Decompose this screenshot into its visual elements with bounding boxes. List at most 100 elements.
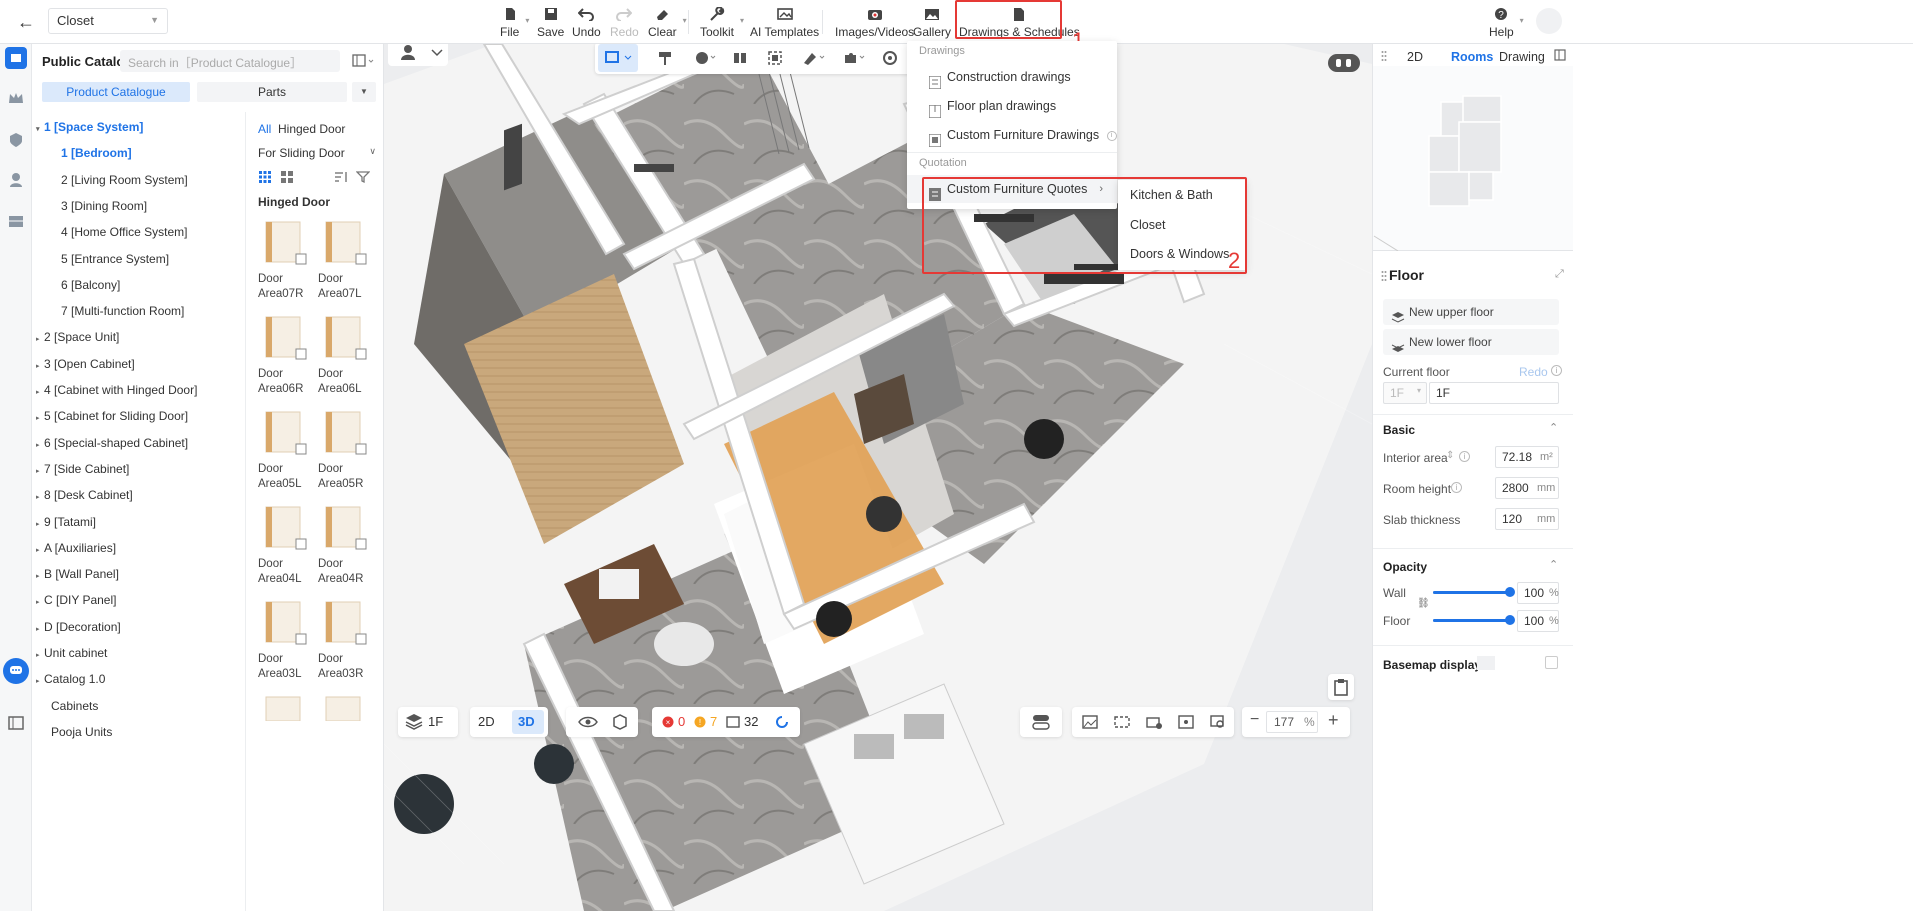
plugin-icon[interactable] [842, 50, 865, 66]
tree-item[interactable]: ▸ A [Auxiliaries] [36, 541, 116, 561]
menu-item-custom-furniture-drawings[interactable]: Custom Furniture Drawings i [907, 121, 1117, 149]
file-button[interactable]: File ▾ [500, 4, 529, 40]
tree-item[interactable]: Pooja Units [51, 725, 112, 745]
catalog-search-input[interactable]: Search in［Product Catalogue］ [120, 50, 340, 72]
paint-roller-icon[interactable] [657, 50, 673, 66]
tree-item[interactable]: 3 [Dining Room] [61, 199, 147, 219]
camera-settings-icon[interactable] [1146, 715, 1162, 729]
refresh-icon[interactable] [772, 715, 792, 729]
tree-item[interactable]: ▸ 4 [Cabinet with Hinged Door] [36, 383, 197, 403]
target-icon[interactable] [882, 50, 898, 66]
tab-product-catalogue[interactable]: Product Catalogue [42, 82, 190, 102]
tree-item[interactable]: ▸ D [Decoration] [36, 620, 121, 640]
ai-templates-button[interactable]: AI Templates [750, 4, 819, 40]
new-lower-floor-button[interactable]: New lower floor [1383, 329, 1559, 355]
zoom-search-icon[interactable] [1210, 715, 1226, 729]
filter-all[interactable]: All [258, 122, 271, 136]
tree-item[interactable]: ▸ 9 [Tatami] [36, 515, 96, 535]
caret-down-icon[interactable]: ▾ [36, 125, 44, 133]
redo-button[interactable]: Redo [610, 4, 639, 40]
tree-item[interactable]: ▸ 8 [Desk Cabinet] [36, 488, 133, 508]
caret-right-icon[interactable]: ▸ [36, 677, 44, 685]
avatar[interactable] [1536, 8, 1562, 34]
vr-goggles-icon[interactable] [1328, 54, 1360, 72]
tree-item[interactable]: 6 [Balcony] [61, 278, 120, 298]
back-arrow-icon[interactable]: ← [14, 10, 38, 34]
filter-hinged-door[interactable]: Hinged Door [278, 122, 345, 136]
tree-item[interactable]: Cabinets [51, 699, 98, 719]
catalog-icon[interactable] [5, 47, 27, 69]
floor-switcher[interactable]: 1F [398, 707, 458, 737]
cabinet-icon[interactable] [5, 210, 27, 232]
mirror-icon[interactable] [732, 50, 748, 66]
crown-icon[interactable] [5, 87, 27, 109]
popout-icon[interactable] [1554, 49, 1566, 64]
tree-item[interactable]: 5 [Entrance System] [61, 252, 169, 272]
user-icon[interactable] [5, 169, 27, 191]
cube-icon[interactable] [612, 714, 628, 730]
new-upper-floor-button[interactable]: New upper floor [1383, 299, 1559, 325]
product-card[interactable]: Door Area07R [258, 216, 314, 302]
product-card[interactable]: Door Area03L [258, 596, 314, 682]
caret-right-icon[interactable]: ▸ [36, 651, 44, 659]
chat-icon[interactable] [3, 658, 29, 684]
caret-right-icon[interactable]: ▸ [36, 441, 44, 449]
collapse-icon[interactable]: ⌃ [1549, 421, 1558, 434]
tree-item[interactable]: ▸ Catalog 1.0 [36, 672, 105, 692]
viewer-control[interactable] [388, 44, 448, 66]
caret-right-icon[interactable]: ▸ [36, 388, 44, 396]
clear-button[interactable]: Clear ▾ [648, 4, 687, 40]
tree-item[interactable]: 1 [Bedroom] [61, 146, 132, 166]
fit-view-icon[interactable] [1178, 715, 1194, 729]
product-card[interactable] [318, 691, 374, 743]
filter-icon[interactable] [355, 170, 371, 184]
eye-icon[interactable] [578, 715, 598, 729]
wall-slider-knob[interactable] [1505, 587, 1515, 597]
measure-icon[interactable] [802, 50, 825, 66]
basemap-swatch[interactable] [1477, 656, 1495, 670]
product-card[interactable]: Door Area06L [318, 311, 374, 397]
caret-right-icon[interactable]: ▸ [36, 362, 44, 370]
floor-code-select[interactable]: 1F ▾ [1383, 382, 1427, 404]
caret-right-icon[interactable]: ▸ [36, 625, 44, 633]
caret-right-icon[interactable]: ▸ [36, 572, 44, 580]
save-button[interactable]: Save [537, 4, 564, 40]
3d-viewport[interactable]: 1F 2D 3D × 0 ! 7 32 − 177 % + [384, 44, 1372, 911]
product-card[interactable] [258, 691, 314, 743]
drag-handle-icon[interactable] [1381, 50, 1387, 62]
product-card[interactable]: Door Area06R [258, 311, 314, 397]
menu-item-floor-plan-drawings[interactable]: Floor plan drawings [907, 92, 1117, 120]
status-group[interactable]: × 0 ! 7 32 [652, 707, 800, 737]
caret-right-icon[interactable]: ▸ [36, 598, 44, 606]
undo-button[interactable]: Undo [572, 4, 601, 40]
zoom-in-button[interactable]: + [1328, 710, 1339, 731]
tree-item[interactable]: 2 [Living Room System] [61, 173, 188, 193]
tree-item[interactable]: 7 [Multi-function Room] [61, 304, 184, 324]
project-select[interactable]: Closet ▼ [48, 8, 168, 34]
tree-item[interactable]: ▸ C [DIY Panel] [36, 593, 116, 613]
focus-icon[interactable] [767, 50, 783, 66]
caret-right-icon[interactable]: ▸ [36, 546, 44, 554]
help-button[interactable]: ? Help ▾ [1489, 4, 1524, 40]
shield-icon[interactable] [5, 129, 27, 151]
tab-rooms[interactable]: Rooms [1451, 50, 1493, 64]
gallery-button[interactable]: Gallery [913, 4, 951, 40]
list-panel-icon[interactable] [5, 712, 27, 734]
view-2d-button[interactable]: 2D [478, 714, 495, 729]
tree-item[interactable]: 4 [Home Office System] [61, 225, 188, 245]
redo-link[interactable]: Redo [1519, 365, 1548, 379]
zoom-out-button[interactable]: − [1250, 711, 1259, 729]
tab-drawing[interactable]: Drawing [1499, 50, 1545, 64]
screenshot-icon[interactable] [1114, 715, 1130, 729]
tab-2d[interactable]: 2D [1407, 50, 1423, 64]
minimap[interactable] [1373, 66, 1573, 252]
basemap-checkbox[interactable] [1545, 656, 1558, 669]
chevron-down-icon[interactable]: ∨ [369, 146, 376, 157]
select-tool-button[interactable] [598, 44, 638, 72]
tree-item[interactable]: ▸ Unit cabinet [36, 646, 107, 666]
caret-right-icon[interactable]: ▸ [36, 520, 44, 528]
caret-right-icon[interactable]: ▸ [36, 493, 44, 501]
tree-item[interactable]: ▸ 3 [Open Cabinet] [36, 357, 135, 377]
image-icon[interactable] [1082, 715, 1098, 729]
link-icon[interactable]: ⛓ [1417, 598, 1430, 609]
